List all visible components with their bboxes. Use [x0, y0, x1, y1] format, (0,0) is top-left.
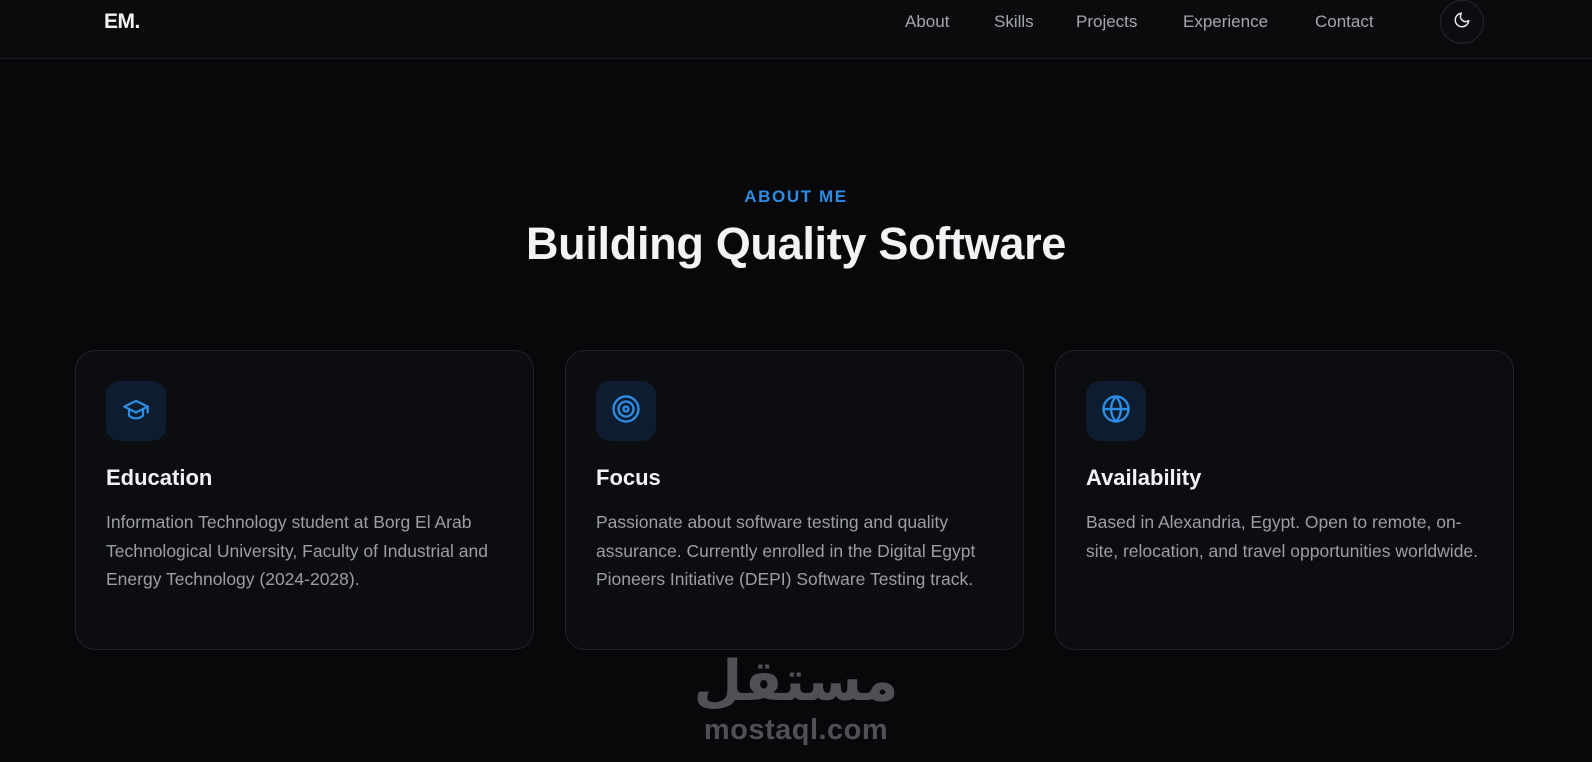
watermark-latin-text: mostaql.com — [703, 714, 889, 746]
moon-icon — [1453, 11, 1471, 34]
mostaql-watermark: مستقل mostaql.com — [680, 650, 912, 750]
top-navbar: EM. About Skills Projects Experience Con… — [0, 0, 1592, 59]
nav-link-skills[interactable]: Skills — [994, 12, 1034, 32]
nav-link-contact[interactable]: Contact — [1315, 12, 1374, 32]
card-text: Based in Alexandria, Egypt. Open to remo… — [1086, 512, 1479, 561]
theme-toggle-button[interactable] — [1440, 0, 1484, 44]
nav-links: About Skills Projects Experience Contact — [0, 10, 1592, 34]
graduation-cap-icon — [122, 395, 150, 428]
card-icon-tile — [106, 381, 166, 441]
nav-link-about[interactable]: About — [905, 12, 949, 32]
nav-link-experience[interactable]: Experience — [1183, 12, 1268, 32]
card-focus: Focus Passionate about software testing … — [565, 350, 1024, 650]
watermark-arabic-text: مستقل — [693, 649, 899, 714]
card-text: Passionate about software testing and qu… — [596, 512, 976, 589]
card-icon-tile — [1086, 381, 1146, 441]
target-icon — [611, 394, 641, 429]
card-title: Education — [106, 465, 213, 490]
card-title: Focus — [596, 465, 661, 490]
section-title: Building Quality Software — [525, 218, 1067, 269]
globe-icon — [1101, 394, 1131, 429]
card-title: Availability — [1086, 465, 1202, 490]
nav-link-projects[interactable]: Projects — [1076, 12, 1137, 32]
card-education: Education Information Technology student… — [75, 350, 534, 650]
card-text: Information Technology student at Borg E… — [106, 512, 488, 589]
section-eyebrow: ABOUT ME — [744, 187, 848, 206]
card-icon-tile — [596, 381, 656, 441]
card-availability: Availability Based in Alexandria, Egypt.… — [1055, 350, 1514, 650]
